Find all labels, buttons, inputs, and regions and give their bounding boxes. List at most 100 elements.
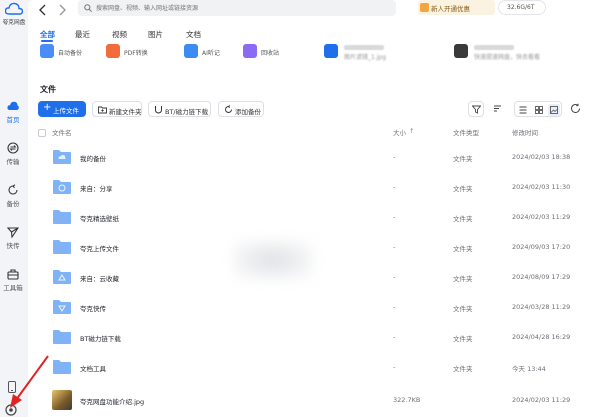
forward-arrow-icon[interactable]	[55, 3, 69, 17]
sort-button[interactable]	[490, 101, 506, 117]
folder-icon	[53, 360, 71, 374]
table-row[interactable]: 夸克精选壁纸 - 文件夹 2024/02/03 11:29	[28, 203, 590, 233]
sidebar-item-label: 工具箱	[3, 284, 23, 292]
new-folder-icon	[98, 106, 107, 114]
tab-document[interactable]: 文档	[186, 29, 201, 40]
recent-file-title	[344, 45, 384, 50]
file-name: 来自：分享	[80, 185, 113, 193]
sort-icon	[494, 105, 501, 112]
app-logo: 夸克网盘	[1, 0, 27, 26]
tab-video[interactable]: 视频	[112, 29, 127, 40]
tab-all[interactable]: 全部	[40, 29, 55, 40]
file-name: 文档工具	[80, 365, 106, 373]
sidebar-item-label: 首页	[6, 116, 20, 124]
file-name: 夸克精选壁纸	[80, 215, 119, 223]
image-view-icon	[550, 106, 558, 114]
table-row[interactable]: 夸克上传文件 - 文件夹 2024/09/03 17:20	[28, 233, 590, 263]
column-modified-header[interactable]: 修改时间	[512, 127, 538, 137]
table-row[interactable]: 文档工具 - 文件夹 今天 13:44	[28, 353, 590, 383]
home-cloud-icon	[7, 101, 19, 110]
file-size: 322.7KB	[393, 396, 421, 404]
file-modified: 2024/03/28 11:29	[512, 303, 571, 311]
file-modified: 2024/04/28 16:29	[512, 333, 571, 341]
file-modified: 2024/02/03 11:29	[512, 396, 571, 404]
file-type: 文件夹	[453, 275, 473, 283]
active-tab-indicator	[41, 40, 53, 42]
file-size: -	[393, 153, 396, 161]
recent-file-title	[474, 45, 514, 50]
sidebar-item-quick-send[interactable]: 快传	[0, 226, 26, 250]
table-row[interactable]: BT磁力链下载 - 文件夹 2024/04/28 16:29	[28, 323, 590, 353]
toolbox-icon	[7, 269, 19, 280]
select-all-checkbox[interactable]	[38, 129, 46, 137]
file-size: -	[393, 273, 396, 281]
tab-image[interactable]: 图片	[148, 29, 163, 40]
table-row[interactable]: 来自：分享 - 文件夹 2024/02/03 11:30	[28, 173, 590, 203]
add-backup-button[interactable]: 添加备份	[218, 101, 264, 117]
file-table-header: 文件名 大小 ↑ 文件类型 修改时间	[28, 125, 590, 139]
quick-tool-label: PDF转换	[124, 50, 148, 57]
view-mode-switch	[514, 101, 562, 117]
quick-tool-label: 自动备份	[58, 50, 83, 57]
files-section-title: 文件	[40, 85, 56, 94]
refresh-icon[interactable]	[570, 103, 581, 114]
folder-icon	[53, 240, 71, 254]
recent-file-caption: 图片滤镜_1.jpg	[344, 54, 387, 61]
search-input[interactable]	[96, 2, 386, 14]
ai-transcribe-icon	[184, 44, 198, 58]
search-icon	[84, 4, 92, 12]
sidebar-item-home[interactable]: 首页	[0, 100, 26, 124]
filter-icon	[472, 105, 481, 114]
tab-recent[interactable]: 最近	[75, 29, 90, 40]
back-arrow-icon[interactable]	[36, 3, 50, 17]
vip-promo-label: 新人开通优惠	[431, 5, 470, 13]
sidebar-item-toolbox[interactable]: 工具箱	[0, 268, 26, 292]
plus-icon: +	[43, 102, 52, 113]
grid-view-button[interactable]	[533, 104, 545, 116]
app-logo-text: 夸克网盘	[2, 19, 26, 26]
transfer-icon	[7, 142, 19, 154]
vip-badge-icon	[420, 3, 429, 12]
file-type: 文件夹	[453, 215, 473, 223]
table-row[interactable]: 我的备份 - 文件夹 2024/02/03 18:38	[28, 143, 590, 173]
column-type-header[interactable]: 文件类型	[453, 127, 479, 137]
list-view-button[interactable]	[517, 104, 529, 116]
settings-icon[interactable]	[5, 404, 17, 416]
bt-download-button[interactable]: BT/磁力链下载	[148, 101, 211, 117]
new-folder-button[interactable]: 新建文件夹	[92, 101, 142, 117]
file-type: 文件夹	[453, 305, 473, 313]
sidebar-item-backup[interactable]: 备份	[0, 184, 26, 208]
file-name: 夸克网盘功能介绍.jpg	[80, 398, 145, 406]
file-name: 夸克上传文件	[80, 245, 119, 253]
file-type: 文件夹	[453, 245, 473, 253]
thumbnail-view-button[interactable]	[548, 104, 560, 116]
file-name: 我的备份	[80, 155, 106, 163]
phone-icon[interactable]	[7, 381, 17, 393]
file-name: 夸克快传	[80, 305, 106, 313]
pdf-convert-icon	[106, 44, 120, 58]
folder-icon	[53, 210, 71, 224]
file-name: BT磁力链下载	[80, 335, 121, 343]
column-size-header[interactable]: 大小	[393, 127, 406, 137]
new-folder-label: 新建文件夹	[109, 108, 142, 116]
vip-promo-button[interactable]: 新人开通优惠	[418, 0, 495, 15]
left-sidebar: 夸克网盘 首页 传输 备份 快传 工具箱	[0, 0, 28, 417]
table-row[interactable]: 夸克网盘功能介绍.jpg 322.7KB 2024/02/03 11:29	[28, 386, 590, 416]
filter-button[interactable]	[468, 101, 484, 117]
upload-button[interactable]: + 上传文件	[38, 101, 86, 117]
file-size: -	[393, 333, 396, 341]
search-bar[interactable]	[78, 0, 396, 16]
sidebar-item-transfer[interactable]: 传输	[0, 142, 26, 166]
table-row[interactable]: 夸克快传 - 文件夹 2024/03/28 11:29	[28, 293, 590, 323]
file-modified: 2024/09/03 17:20	[512, 243, 571, 251]
file-modified: 今天 13:44	[512, 365, 546, 373]
image-thumbnail	[52, 390, 72, 410]
storage-text: 32.6G/6T	[507, 4, 535, 11]
main-panel: 新人开通优惠 32.6G/6T 全部 最近 视频 图片 文档 自动备份 PDF转…	[28, 0, 590, 417]
magnet-icon	[155, 106, 162, 114]
file-type: 文件夹	[453, 185, 473, 193]
storage-indicator[interactable]: 32.6G/6T	[498, 0, 546, 15]
table-row[interactable]: 来自：云收藏 - 文件夹 2024/08/09 17:29	[28, 263, 590, 293]
column-name-header[interactable]: 文件名	[52, 127, 72, 137]
file-size: -	[393, 213, 396, 221]
